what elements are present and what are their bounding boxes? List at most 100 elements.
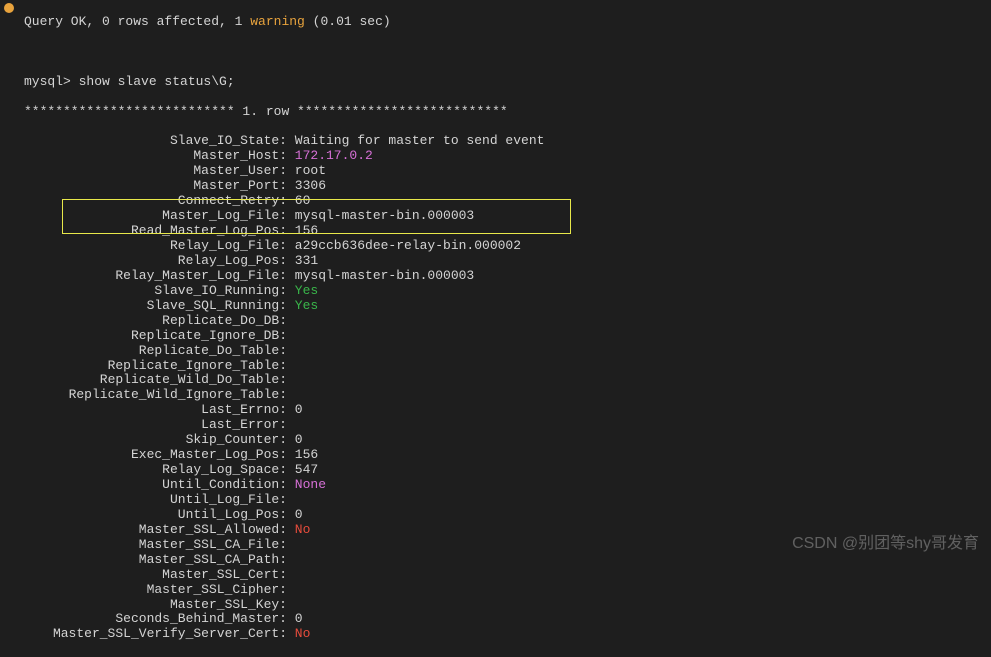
status-field-row: Read_Master_Log_Pos: 156 xyxy=(24,224,991,239)
command-text: show slave status\G; xyxy=(79,74,235,89)
field-value: None xyxy=(287,477,326,492)
field-value: 3306 xyxy=(287,178,326,193)
field-value xyxy=(287,387,295,402)
field-value xyxy=(287,313,295,328)
window-control-dot xyxy=(4,3,14,13)
field-value: 0 xyxy=(287,507,303,522)
status-field-row: Skip_Counter: 0 xyxy=(24,433,991,448)
status-field-row: Replicate_Wild_Do_Table: xyxy=(24,373,991,388)
field-value xyxy=(287,492,295,507)
field-value xyxy=(287,537,295,552)
status-field-row: Master_User: root xyxy=(24,164,991,179)
field-value: 0 xyxy=(287,432,303,447)
status-field-row: Relay_Log_File: a29ccb636dee-relay-bin.0… xyxy=(24,239,991,254)
status-field-row: Master_SSL_CA_Path: xyxy=(24,553,991,568)
field-label: Slave_SQL_Running: xyxy=(24,299,287,314)
field-label: Master_Port: xyxy=(24,179,287,194)
field-label: Relay_Log_Pos: xyxy=(24,254,287,269)
field-value: Yes xyxy=(287,283,318,298)
field-label: Replicate_Wild_Ignore_Table: xyxy=(24,388,287,403)
status-field-row: Replicate_Ignore_Table: xyxy=(24,359,991,374)
field-value: No xyxy=(287,626,310,641)
row-header: *************************** 1. row *****… xyxy=(24,105,991,120)
command-line: mysql> show slave status\G; xyxy=(24,75,991,90)
status-field-row: Last_Error: xyxy=(24,418,991,433)
terminal-output[interactable]: Query OK, 0 rows affected, 1 warning (0.… xyxy=(24,0,991,657)
field-value xyxy=(287,417,295,432)
field-value: 156 xyxy=(287,223,318,238)
status-field-row: Slave_IO_Running: Yes xyxy=(24,284,991,299)
field-label: Exec_Master_Log_Pos: xyxy=(24,448,287,463)
field-label: Relay_Log_Space: xyxy=(24,463,287,478)
field-value: 172.17.0.2 xyxy=(287,148,373,163)
field-label: Until_Log_Pos: xyxy=(24,508,287,523)
field-label: Master_User: xyxy=(24,164,287,179)
field-label: Master_SSL_Key: xyxy=(24,598,287,613)
status-field-row: Master_SSL_Allowed: No xyxy=(24,523,991,538)
field-value: mysql-master-bin.000003 xyxy=(287,208,474,223)
field-value xyxy=(287,343,295,358)
field-label: Replicate_Ignore_DB: xyxy=(24,329,287,344)
field-label: Master_SSL_Cert: xyxy=(24,568,287,583)
status-field-row: Exec_Master_Log_Pos: 156 xyxy=(24,448,991,463)
field-value xyxy=(287,328,295,343)
field-label: Replicate_Wild_Do_Table: xyxy=(24,373,287,388)
field-label: Until_Log_File: xyxy=(24,493,287,508)
status-field-row: Replicate_Wild_Ignore_Table: xyxy=(24,388,991,403)
field-value: 0 xyxy=(287,402,303,417)
mysql-prompt: mysql> xyxy=(24,74,79,89)
status-field-row: Master_SSL_Verify_Server_Cert: No xyxy=(24,627,991,642)
field-label: Master_Host: xyxy=(24,149,287,164)
field-value: 60 xyxy=(287,193,310,208)
field-value: mysql-master-bin.000003 xyxy=(287,268,474,283)
status-field-row: Master_SSL_CA_File: xyxy=(24,538,991,553)
field-value: 547 xyxy=(287,462,318,477)
field-value xyxy=(287,567,295,582)
field-label: Relay_Log_File: xyxy=(24,239,287,254)
field-label: Master_SSL_Verify_Server_Cert: xyxy=(24,627,287,642)
field-label: Connect_Retry: xyxy=(24,194,287,209)
field-label: Last_Error: xyxy=(24,418,287,433)
status-field-row: Replicate_Do_Table: xyxy=(24,344,991,359)
field-value: No xyxy=(287,522,310,537)
field-label: Master_SSL_CA_File: xyxy=(24,538,287,553)
query-result-line: Query OK, 0 rows affected, 1 warning (0.… xyxy=(24,15,991,30)
field-label: Replicate_Do_DB: xyxy=(24,314,287,329)
field-label: Seconds_Behind_Master: xyxy=(24,612,287,627)
field-value xyxy=(287,358,295,373)
field-value: Waiting for master to send event xyxy=(287,133,544,148)
field-value xyxy=(287,582,295,597)
field-label: Master_Log_File: xyxy=(24,209,287,224)
status-field-row: Relay_Log_Space: 547 xyxy=(24,463,991,478)
status-field-row: Master_Port: 3306 xyxy=(24,179,991,194)
field-value: a29ccb636dee-relay-bin.000002 xyxy=(287,238,521,253)
status-field-row: Until_Log_File: xyxy=(24,493,991,508)
field-value xyxy=(287,597,295,612)
field-label: Skip_Counter: xyxy=(24,433,287,448)
field-label: Replicate_Do_Table: xyxy=(24,344,287,359)
status-field-row: Relay_Master_Log_File: mysql-master-bin.… xyxy=(24,269,991,284)
status-field-row: Master_SSL_Key: xyxy=(24,598,991,613)
field-label: Master_SSL_CA_Path: xyxy=(24,553,287,568)
field-value: 331 xyxy=(287,253,318,268)
field-label: Read_Master_Log_Pos: xyxy=(24,224,287,239)
field-label: Master_SSL_Allowed: xyxy=(24,523,287,538)
warning-text: warning xyxy=(250,14,305,29)
field-label: Slave_IO_State: xyxy=(24,134,287,149)
status-field-row: Connect_Retry: 60 xyxy=(24,194,991,209)
status-field-row: Master_SSL_Cipher: xyxy=(24,583,991,598)
status-field-row: Until_Condition: None xyxy=(24,478,991,493)
field-label: Relay_Master_Log_File: xyxy=(24,269,287,284)
status-field-row: Slave_SQL_Running: Yes xyxy=(24,299,991,314)
status-field-row: Last_Errno: 0 xyxy=(24,403,991,418)
status-field-row: Relay_Log_Pos: 331 xyxy=(24,254,991,269)
status-field-row: Until_Log_Pos: 0 xyxy=(24,508,991,523)
status-field-row: Slave_IO_State: Waiting for master to se… xyxy=(24,134,991,149)
blank-line xyxy=(24,45,991,60)
status-field-row: Replicate_Do_DB: xyxy=(24,314,991,329)
field-label: Replicate_Ignore_Table: xyxy=(24,359,287,374)
field-value: 156 xyxy=(287,447,318,462)
status-field-row: Master_Log_File: mysql-master-bin.000003 xyxy=(24,209,991,224)
status-field-row: Master_Host: 172.17.0.2 xyxy=(24,149,991,164)
field-label: Master_SSL_Cipher: xyxy=(24,583,287,598)
